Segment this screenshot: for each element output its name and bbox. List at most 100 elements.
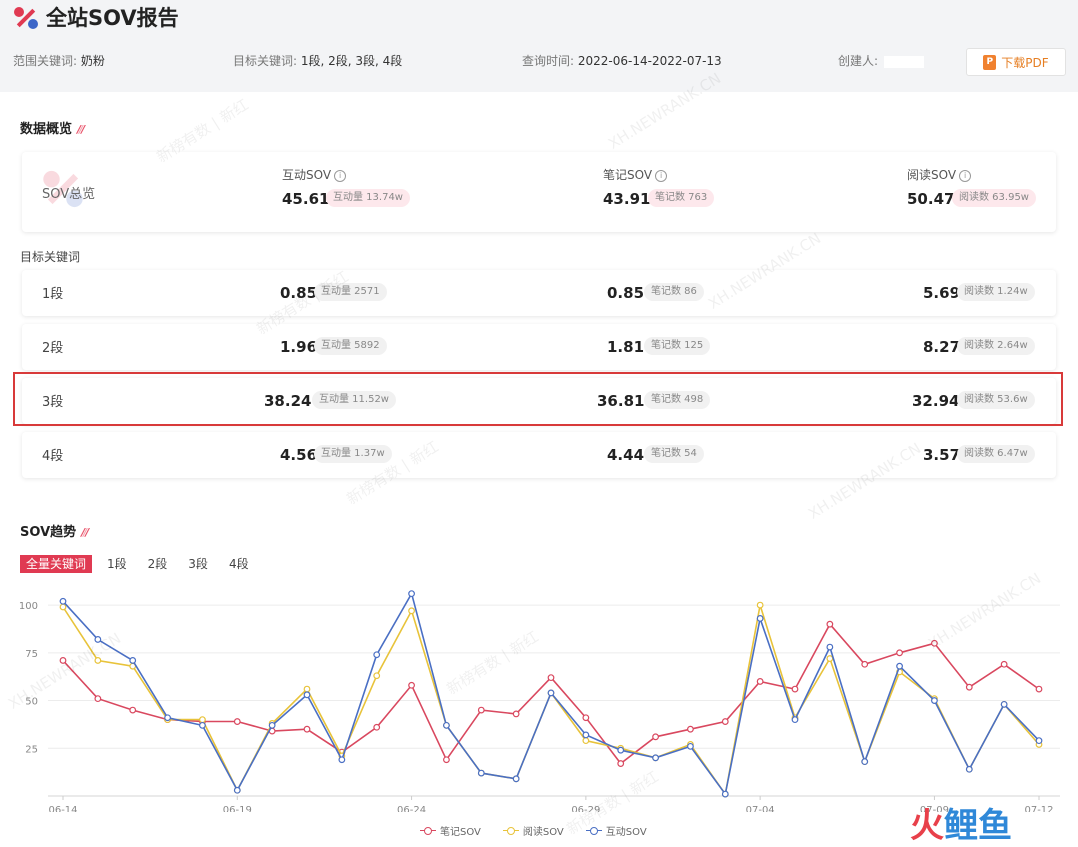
data-point	[408, 590, 415, 598]
y-tick-label: 100	[19, 601, 38, 612]
scope-keyword: 范围关键词: 奶粉	[13, 54, 105, 68]
data-point	[861, 660, 869, 668]
data-point	[512, 710, 520, 718]
interact-sov-label: 互动SOV i	[282, 166, 347, 183]
y-tick-label: 75	[25, 649, 38, 660]
note-sov-value: 4.44	[607, 446, 645, 464]
tab-stage-4[interactable]: 4段	[223, 555, 255, 573]
read-count-tag: 阅读数 2.64w	[957, 337, 1035, 355]
data-point	[721, 790, 729, 798]
sov-overview-label: SOV总览	[42, 187, 96, 202]
data-point	[338, 756, 346, 764]
sov-logo-icon	[14, 7, 38, 29]
legend-interact-sov[interactable]: 互动SOV	[585, 823, 647, 838]
data-point	[268, 721, 276, 729]
y-tick-label: 25	[25, 744, 38, 755]
note-count-tag: 笔记数 125	[644, 337, 711, 355]
data-point	[94, 657, 102, 664]
legend-marker-icon	[420, 826, 436, 835]
tab-all-keywords[interactable]: 全量关键词	[20, 555, 93, 573]
interact-count-tag: 互动量 1.37w	[314, 445, 392, 463]
brand-logo: 火鲤鱼	[910, 806, 1012, 846]
data-point	[443, 756, 450, 764]
data-point	[512, 775, 520, 783]
data-point	[791, 716, 799, 724]
data-point	[1000, 660, 1008, 668]
data-point	[582, 714, 590, 722]
data-point	[59, 597, 67, 605]
info-icon[interactable]: i	[334, 169, 347, 182]
data-point	[303, 685, 311, 693]
data-point	[652, 733, 659, 741]
keyword-name: 4段	[42, 449, 64, 464]
query-time: 查询时间: 2022-06-14-2022-07-13	[522, 54, 722, 68]
data-point	[965, 765, 973, 773]
tab-stage-2[interactable]: 2段	[142, 555, 174, 573]
data-point	[791, 685, 799, 693]
info-icon[interactable]: i	[655, 169, 668, 182]
interact-count-tag: 互动量 13.74w	[326, 189, 410, 207]
info-icon[interactable]: i	[959, 169, 972, 182]
data-point	[233, 718, 241, 725]
read-sov-label: 阅读SOV i	[907, 166, 972, 183]
target-keyword-row: 2段 1.96 互动量 5892 1.81 笔记数 125 8.27 阅读数 2.64w	[22, 324, 1056, 370]
x-tick-label: 06-14	[48, 805, 77, 812]
data-point	[931, 639, 938, 647]
data-point	[826, 655, 834, 662]
x-tick-label: 07-04	[746, 805, 775, 812]
keyword-name: 1段	[42, 287, 64, 302]
legend-marker-icon	[502, 826, 519, 835]
highlight-annotation-box	[13, 372, 1063, 426]
data-point	[582, 737, 590, 745]
data-point	[617, 746, 625, 754]
target-keyword-row: 4段 4.56 互动量 1.37w 4.44 笔记数 54 3.57 阅读数 6.47w	[22, 432, 1056, 478]
data-point	[896, 662, 903, 670]
interact-sov-value: 45.61	[282, 190, 330, 208]
legend-note-sov[interactable]: 笔记SOV	[420, 823, 481, 838]
data-point	[826, 643, 834, 651]
legend-marker-icon	[585, 826, 602, 835]
interact-count-tag: 互动量 5892	[314, 337, 387, 355]
interact-sov-value: 4.56	[280, 446, 318, 464]
data-point	[129, 706, 137, 714]
data-point	[233, 786, 241, 794]
data-point	[59, 603, 67, 611]
interact-sov-value: 1.96	[280, 338, 318, 356]
data-point	[94, 636, 102, 643]
data-point	[164, 714, 171, 722]
target-keywords: 目标关键词: 1段, 2段, 3段, 4段	[233, 54, 403, 68]
data-point	[687, 725, 694, 733]
data-point	[477, 706, 485, 714]
tab-stage-3[interactable]: 3段	[182, 555, 214, 573]
data-point	[756, 615, 764, 622]
data-point	[896, 649, 903, 657]
page-title: 全站SOV报告	[46, 6, 179, 30]
data-point	[547, 674, 555, 682]
report-body: 数据概览/// SOV总览 互动SOV i 45.61 互动量 13.74w 笔记…	[0, 69, 1078, 847]
chart-legend: 笔记SOV 阅读SOV 互动SOV	[420, 823, 647, 838]
report-header: 全站SOV报告 范围关键词: 奶粉 目标关键词: 1段, 2段, 3段, 4段 …	[0, 0, 1078, 90]
read-sov-value: 8.27	[923, 338, 961, 356]
series-line-1	[62, 604, 1040, 797]
x-tick-label: 06-24	[397, 805, 426, 812]
data-point	[826, 620, 834, 628]
data-point	[408, 681, 415, 689]
data-point	[687, 742, 694, 750]
read-sov-value: 5.69	[923, 284, 961, 302]
interact-sov-value: 0.85	[280, 284, 318, 302]
data-point	[373, 651, 381, 659]
data-point	[965, 683, 973, 691]
legend-read-sov[interactable]: 阅读SOV	[502, 823, 564, 838]
creator-redacted	[884, 55, 925, 68]
data-point	[443, 721, 450, 729]
data-point	[547, 689, 555, 697]
note-sov-value: 43.91	[603, 190, 651, 208]
read-count-tag: 阅读数 1.24w	[957, 283, 1035, 301]
tab-stage-1[interactable]: 1段	[101, 555, 133, 573]
download-pdf-button[interactable]: P 下载PDF	[966, 48, 1066, 76]
y-tick-label: 50	[25, 697, 38, 708]
data-point	[756, 601, 764, 609]
note-count-tag: 笔记数 86	[644, 283, 704, 301]
data-point	[303, 691, 311, 699]
data-point	[1035, 685, 1043, 693]
